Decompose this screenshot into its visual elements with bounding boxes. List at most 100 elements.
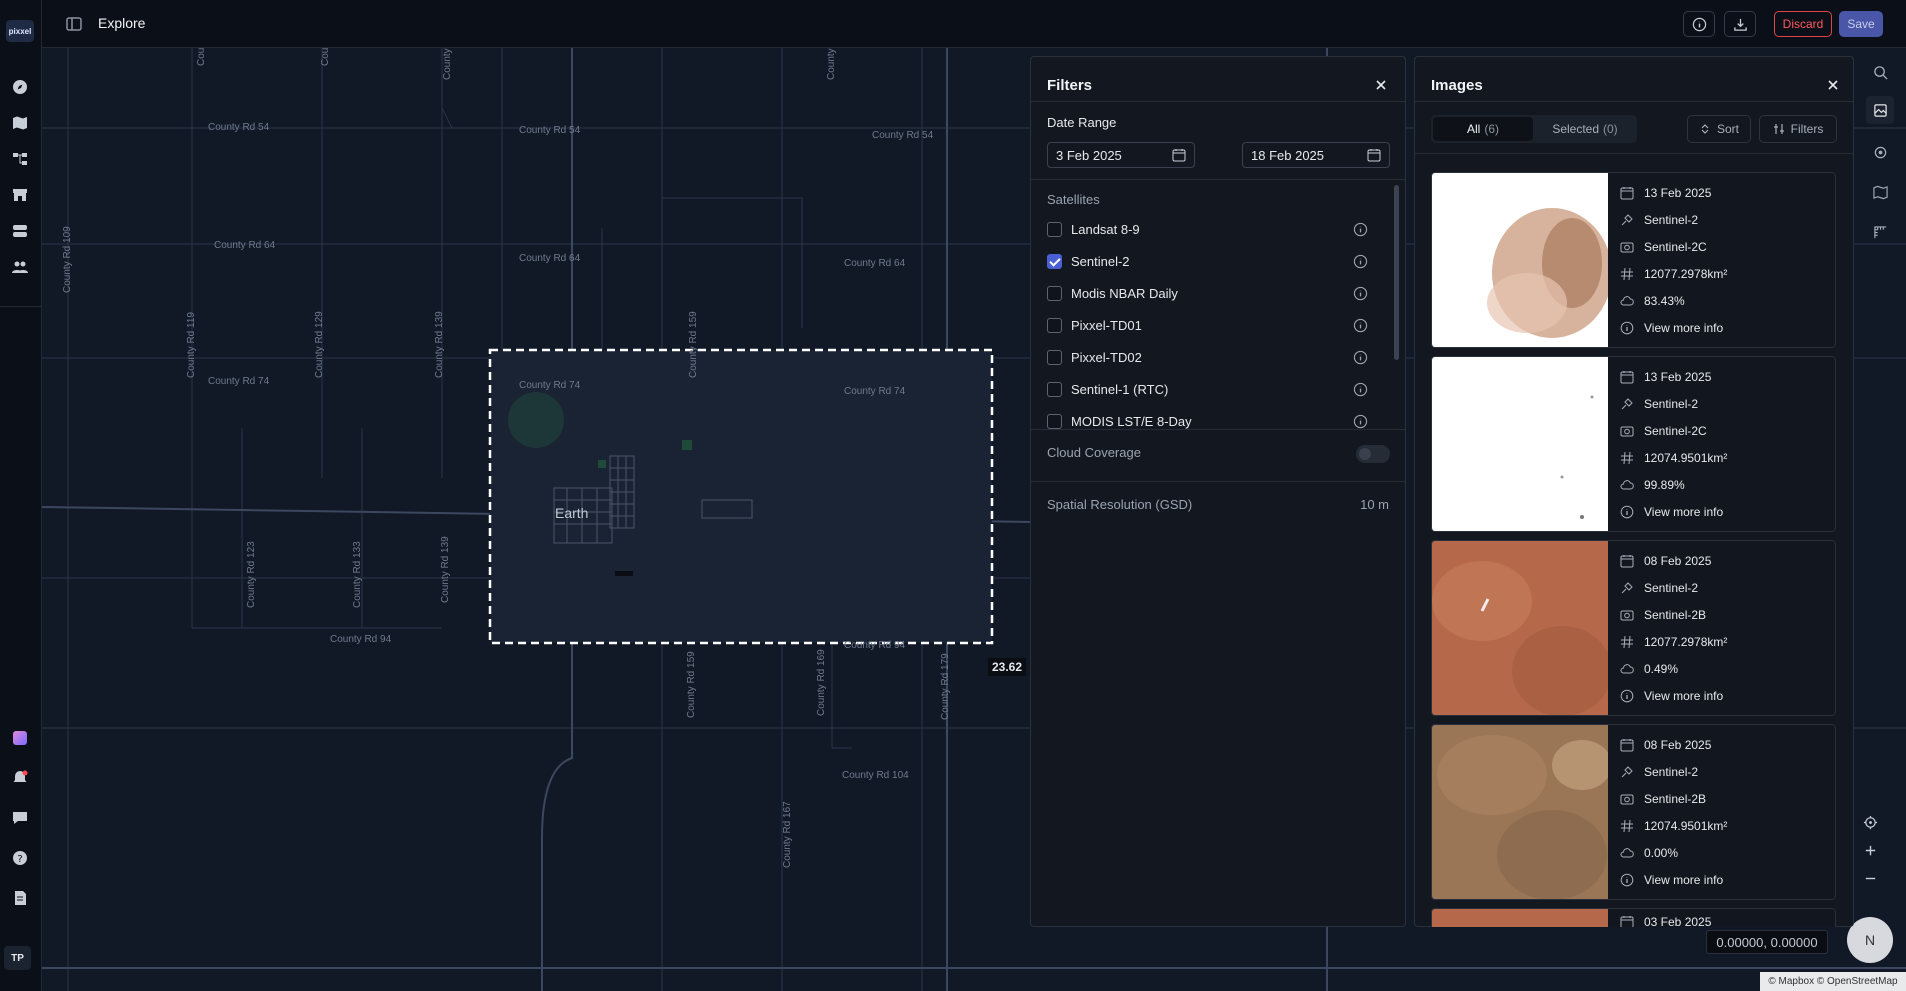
info-icon[interactable] xyxy=(1353,286,1368,301)
layers-icon[interactable] xyxy=(1866,138,1894,166)
satellite-name: MODIS LST/E 8-Day xyxy=(1071,414,1192,429)
road-label: County Rd 94 xyxy=(330,634,392,645)
image-tabs: All (6) Selected (0) xyxy=(1431,115,1637,143)
user-avatar[interactable]: TP xyxy=(4,946,31,970)
road-label: County Rd 119 xyxy=(186,312,197,378)
view-more-link[interactable]: View more info xyxy=(1620,502,1723,522)
satellite-option[interactable]: Pixxel-TD01 xyxy=(1047,315,1368,337)
image-filters-button[interactable]: Filters xyxy=(1759,115,1837,143)
meta-sensor-value: Sentinel-2B xyxy=(1644,792,1707,806)
docs-icon[interactable] xyxy=(8,886,32,910)
images-panel: Images All (6) Selected (0) Sort Filters 1… xyxy=(1414,56,1854,927)
tab-selected[interactable]: Selected (0) xyxy=(1535,117,1635,141)
imagery-tool-icon[interactable] xyxy=(1866,96,1894,124)
satellite-checkbox[interactable] xyxy=(1047,382,1062,397)
road-label: County xyxy=(320,48,331,66)
explore-icon[interactable] xyxy=(8,75,32,99)
save-button[interactable]: Save xyxy=(1839,11,1883,37)
info-icon xyxy=(1692,17,1706,31)
info-icon[interactable] xyxy=(1353,350,1368,365)
help-icon[interactable]: ? xyxy=(8,846,32,870)
satellite-icon xyxy=(1621,398,1633,410)
satellite-option[interactable]: Sentinel-1 (RTC) xyxy=(1047,379,1368,401)
info-icon[interactable] xyxy=(1353,254,1368,269)
satellite-checkbox[interactable] xyxy=(1047,222,1062,237)
meta-satellite-value: Sentinel-2 xyxy=(1644,765,1699,779)
image-card[interactable]: 08 Feb 2025 Sentinel-2 Sentinel-2B 12074… xyxy=(1431,724,1836,900)
calendar-icon xyxy=(1620,739,1634,752)
close-images-icon[interactable] xyxy=(1825,77,1841,93)
database-icon[interactable] xyxy=(8,219,32,243)
satellite-option[interactable]: Pixxel-TD02 xyxy=(1047,347,1368,369)
app-root: pixxel ? TP Explore Discard Save County … xyxy=(0,0,1906,991)
cloud-coverage-toggle[interactable] xyxy=(1356,445,1390,463)
info-icon[interactable] xyxy=(1353,382,1368,397)
meta-cloud-value: 0.49% xyxy=(1644,662,1679,676)
workflow-icon[interactable] xyxy=(8,147,32,171)
image-card[interactable]: 08 Feb 2025 Sentinel-2 Sentinel-2B 12077… xyxy=(1431,540,1836,716)
satellites-scrollbar[interactable] xyxy=(1394,185,1399,360)
image-card[interactable]: 03 Feb 2025 xyxy=(1431,908,1836,927)
satellite-checkbox[interactable] xyxy=(1047,350,1062,365)
calendar-icon xyxy=(1620,187,1634,200)
info-icon[interactable] xyxy=(1353,222,1368,237)
date-from-input[interactable]: 3 Feb 2025 xyxy=(1047,142,1195,168)
app-logo[interactable]: pixxel xyxy=(6,20,34,42)
satellite-name: Sentinel-2 xyxy=(1071,254,1130,269)
sidebar-toggle-icon[interactable] xyxy=(64,14,84,34)
road-label: County Rd 74 xyxy=(208,376,270,387)
view-more-link[interactable]: View more info xyxy=(1620,870,1723,890)
date-range-label: Date Range xyxy=(1047,115,1117,130)
notification-bell-icon[interactable] xyxy=(8,766,32,790)
satellite-checkbox[interactable] xyxy=(1047,318,1062,333)
satellite-name: Pixxel-TD01 xyxy=(1071,318,1142,333)
meta-satellite-value: Sentinel-2 xyxy=(1644,581,1699,595)
zoom-in-button[interactable] xyxy=(1856,836,1884,864)
close-filters-icon[interactable] xyxy=(1373,77,1389,93)
view-more-link[interactable]: View more info xyxy=(1620,686,1723,706)
spatial-resolution-value[interactable]: 10 m xyxy=(1360,497,1389,512)
panel-divider xyxy=(1415,153,1853,154)
images-title: Images xyxy=(1431,77,1483,94)
sort-button[interactable]: Sort xyxy=(1687,115,1751,143)
meta-area: 12074.9501km² xyxy=(1620,448,1727,468)
satellite-checkbox[interactable] xyxy=(1047,286,1062,301)
panel-divider xyxy=(1031,179,1405,180)
app-switcher-icon[interactable] xyxy=(8,726,32,750)
satellite-checkbox[interactable] xyxy=(1047,254,1062,269)
tab-selected-label: Selected xyxy=(1552,122,1600,136)
image-thumbnail xyxy=(1432,357,1608,531)
meta-area: 12074.9501km² xyxy=(1620,816,1727,836)
team-icon[interactable] xyxy=(8,255,32,279)
image-card[interactable]: 13 Feb 2025 Sentinel-2 Sentinel-2C 12077… xyxy=(1431,172,1836,348)
road-label: County Rd 159 xyxy=(688,311,699,378)
view-more-link[interactable]: View more info xyxy=(1620,318,1723,338)
satellite-option[interactable]: Sentinel-2 xyxy=(1047,251,1368,273)
info-icon[interactable] xyxy=(1353,318,1368,333)
image-card[interactable]: 13 Feb 2025 Sentinel-2 Sentinel-2C 12074… xyxy=(1431,356,1836,532)
info-button[interactable] xyxy=(1683,11,1715,37)
page-title: Explore xyxy=(98,15,146,31)
satellite-option[interactable]: Modis NBAR Daily xyxy=(1047,283,1368,305)
basemap-icon[interactable] xyxy=(1866,178,1894,206)
road-label: County Rd 167 xyxy=(782,801,793,868)
discard-button[interactable]: Discard xyxy=(1774,11,1832,37)
image-thumbnail xyxy=(1432,725,1608,899)
sliders-icon xyxy=(1773,124,1784,134)
zoom-out-button[interactable] xyxy=(1856,864,1884,892)
map-search-icon[interactable] xyxy=(1866,58,1894,86)
satellite-checkbox[interactable] xyxy=(1047,414,1062,429)
map-attribution[interactable]: © Mapbox © OpenStreetMap xyxy=(1760,972,1906,991)
download-button[interactable] xyxy=(1724,11,1756,37)
date-to-input[interactable]: 18 Feb 2025 xyxy=(1242,142,1390,168)
road-label: County Rd 179 xyxy=(940,653,951,720)
satellite-option[interactable]: Landsat 8-9 xyxy=(1047,219,1368,241)
feedback-icon[interactable] xyxy=(8,806,32,830)
measure-tool-icon[interactable] xyxy=(1866,218,1894,246)
locate-icon[interactable] xyxy=(1856,808,1884,836)
map-icon[interactable] xyxy=(8,111,32,135)
road-label: County Rd 74 xyxy=(844,386,906,397)
info-icon[interactable] xyxy=(1353,414,1368,429)
store-icon[interactable] xyxy=(8,183,32,207)
tab-all[interactable]: All (6) xyxy=(1433,117,1533,141)
